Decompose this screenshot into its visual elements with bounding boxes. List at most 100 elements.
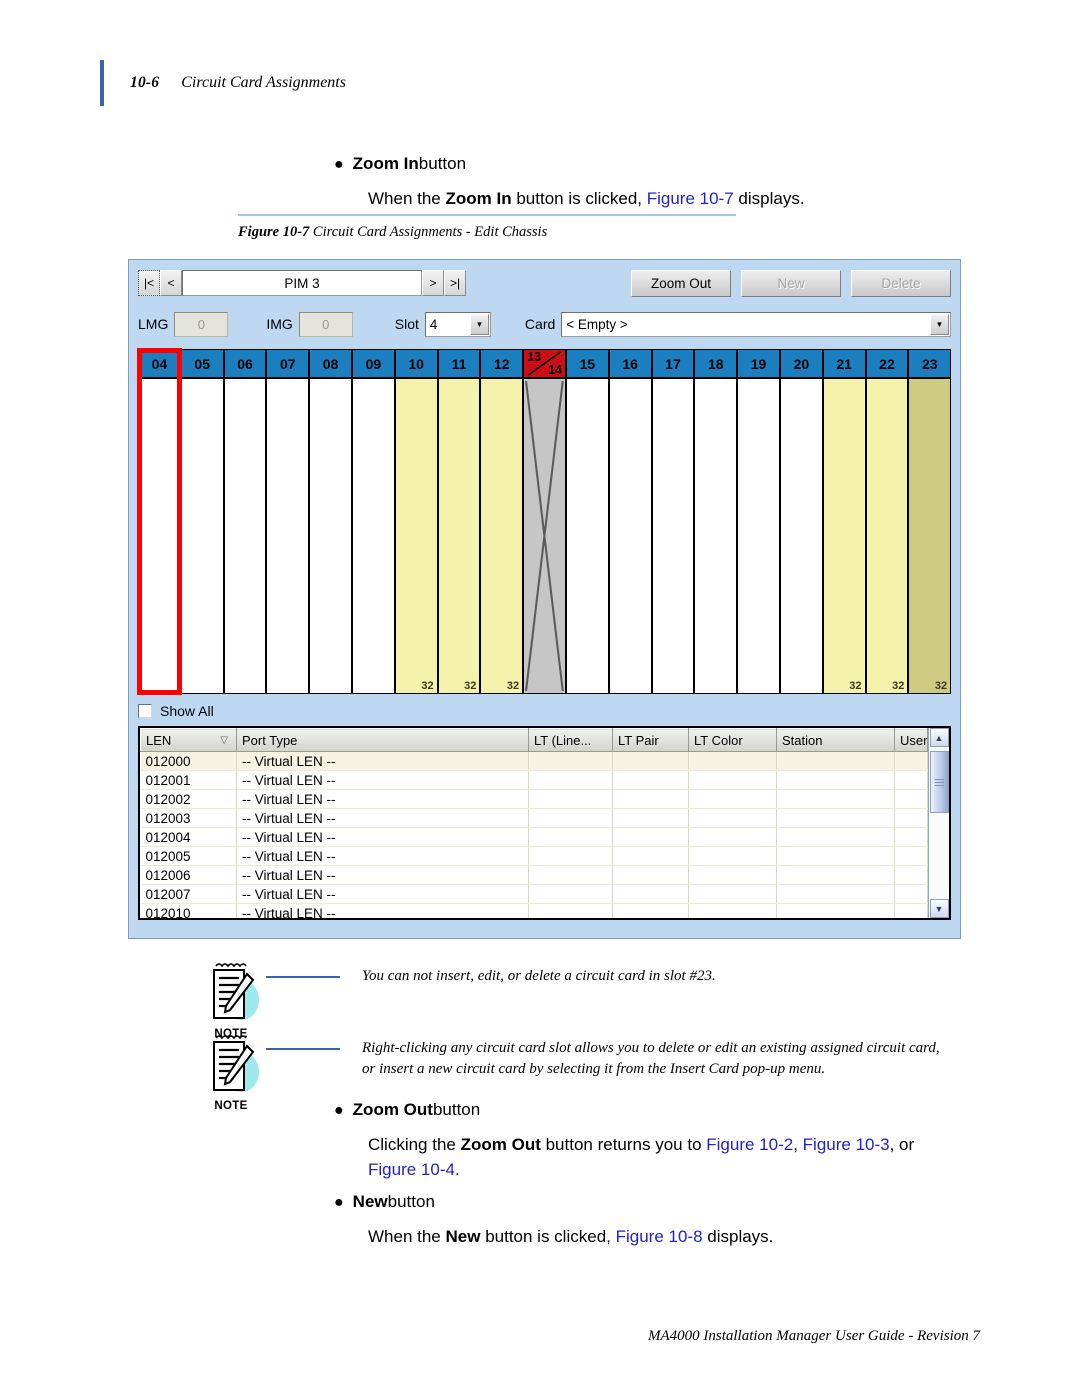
chassis-slot-11[interactable]: 11 32 — [438, 350, 482, 693]
len-table: LEN ▽ Port Type LT (Line... LT Pair LT Color S… — [140, 728, 928, 918]
chevron-down-icon[interactable]: ▼ — [930, 313, 949, 335]
cell-lt-line — [528, 808, 613, 828]
chassis-slot-21[interactable]: 21 32 — [823, 350, 867, 693]
slot-body-06[interactable] — [224, 379, 266, 693]
slot-body-21[interactable]: 32 — [823, 379, 865, 693]
new-button[interactable]: New — [741, 269, 841, 297]
header-accent-rule — [100, 60, 104, 106]
cell-port-type: -- Virtual LEN -- — [236, 770, 529, 790]
table-row[interactable]: 012010 -- Virtual LEN -- — [140, 903, 928, 918]
bullet-zoom-in-rest: button — [418, 154, 467, 173]
slot-select[interactable]: 4 ▼ — [424, 311, 491, 337]
slot-body-12[interactable]: 32 — [481, 379, 523, 693]
nav-first-button[interactable]: |< — [138, 270, 160, 296]
column-header-port-type[interactable]: Port Type — [236, 728, 529, 752]
column-header-lt-line[interactable]: LT (Line... — [528, 728, 613, 752]
link-figure-10-2[interactable]: Figure 10-2 — [706, 1135, 793, 1154]
cell-user — [894, 789, 928, 809]
table-row[interactable]: 012007 -- Virtual LEN -- — [140, 884, 928, 904]
chassis-slot-20[interactable]: 20 — [780, 350, 824, 693]
slot-body-22[interactable]: 32 — [866, 379, 908, 693]
slot-body-18[interactable] — [695, 379, 737, 693]
note-connector-rule — [266, 976, 340, 978]
chassis-slot-23[interactable]: 23 32 — [909, 350, 951, 693]
scroll-down-icon[interactable]: ▼ — [929, 899, 949, 918]
chassis-slot-12[interactable]: 12 32 — [481, 350, 525, 693]
nav-last-button[interactable]: >| — [444, 270, 466, 296]
table-row[interactable]: 012006 -- Virtual LEN -- — [140, 865, 928, 885]
slot-body-20[interactable] — [780, 379, 822, 693]
cell-lt-color — [688, 770, 777, 790]
cell-lt-color — [688, 789, 777, 809]
cell-port-type: -- Virtual LEN -- — [236, 789, 529, 809]
table-row[interactable]: 012000 -- Virtual LEN -- — [140, 751, 928, 771]
cell-len: 012000 — [140, 751, 237, 771]
cell-lt-color — [688, 827, 777, 847]
chapter-title: Circuit Card Assignments — [181, 74, 346, 91]
column-header-user[interactable]: User — [894, 728, 928, 752]
show-all-checkbox[interactable] — [138, 704, 152, 718]
slot-body-04[interactable] — [139, 379, 180, 693]
column-header-lt-color[interactable]: LT Color — [688, 728, 777, 752]
slot-body-08[interactable] — [310, 379, 351, 693]
cell-station — [776, 903, 895, 918]
zoom-in-post: displays. — [733, 188, 805, 208]
scrollbar-track[interactable] — [929, 747, 949, 899]
scroll-up-icon[interactable]: ▲ — [929, 728, 949, 747]
chassis-slot-19[interactable]: 19 — [738, 350, 781, 693]
link-figure-10-4[interactable]: Figure 10-4 — [368, 1160, 455, 1179]
slot-body-10[interactable]: 32 — [395, 379, 437, 693]
chassis-slot-07[interactable]: 07 — [267, 350, 311, 693]
chassis-slot-18[interactable]: 18 — [695, 350, 739, 693]
chassis-slot-05[interactable]: 05 — [181, 350, 225, 693]
chassis-slot-10[interactable]: 10 32 — [395, 350, 439, 693]
bullet-new: ● New button — [334, 1190, 954, 1215]
link-figure-10-3[interactable]: Figure 10-3 — [803, 1135, 890, 1154]
link-figure-10-7[interactable]: Figure 10-7 — [647, 189, 734, 208]
chassis-slot-16[interactable]: 16 — [609, 350, 653, 693]
slot-body-09[interactable] — [352, 379, 394, 693]
chevron-down-icon[interactable]: ▼ — [469, 313, 489, 335]
slot-body-07[interactable] — [267, 379, 309, 693]
column-header-len[interactable]: LEN ▽ — [140, 728, 237, 752]
card-select[interactable]: < Empty > ▼ — [561, 311, 951, 337]
cell-len: 012007 — [140, 884, 237, 904]
zoom-out-bold: Zoom Out — [460, 1134, 541, 1154]
table-row[interactable]: 012004 -- Virtual LEN -- — [140, 827, 928, 847]
chassis-slot-06[interactable]: 06 — [224, 350, 268, 693]
slot-body-16[interactable] — [609, 379, 651, 693]
slot-body-11[interactable]: 32 — [438, 379, 480, 693]
chassis-slot-13-14[interactable]: 13 14 — [524, 350, 567, 693]
zoom-out-button[interactable]: Zoom Out — [631, 269, 731, 297]
delete-button[interactable]: Delete — [851, 269, 951, 297]
nav-previous-button[interactable]: < — [160, 270, 182, 296]
link-figure-10-8[interactable]: Figure 10-8 — [616, 1227, 703, 1246]
pim-display-field[interactable]: PIM 3 — [182, 270, 422, 296]
grid-vertical-scrollbar[interactable]: ▲ ▼ — [928, 728, 949, 918]
slot-header-04: 04 — [139, 350, 180, 379]
slot-body-15[interactable] — [566, 379, 608, 693]
chassis-slot-15[interactable]: 15 — [566, 350, 610, 693]
table-row[interactable]: 012002 -- Virtual LEN -- — [140, 789, 928, 809]
chassis-slot-09[interactable]: 09 — [352, 350, 396, 693]
chassis-slot-04[interactable]: 04 — [137, 348, 182, 695]
chassis-slot-08[interactable]: 08 — [310, 350, 353, 693]
slot-body-17[interactable] — [652, 379, 694, 693]
slot-body-23[interactable]: 32 — [909, 379, 951, 693]
table-row[interactable]: 012005 -- Virtual LEN -- — [140, 846, 928, 866]
nav-next-button[interactable]: > — [422, 270, 444, 296]
table-row[interactable]: 012003 -- Virtual LEN -- — [140, 808, 928, 828]
cell-user — [894, 903, 928, 918]
chassis-slot-strip: 04 05 06 07 08 09 10 32 11 32 12 32 13 14 15 16 17 18 19 20… — [137, 348, 951, 695]
chassis-slot-17[interactable]: 17 — [652, 350, 696, 693]
slot-body-05[interactable] — [181, 379, 223, 693]
scrollbar-thumb[interactable] — [929, 751, 949, 813]
toolbar-fields-row: LMG 0 IMG 0 Slot 4 ▼ Card < Empty > ▼ — [138, 309, 951, 339]
zoom-out-mid: button returns you to — [540, 1134, 707, 1154]
slot-body-13-14[interactable] — [524, 379, 565, 693]
table-row[interactable]: 012001 -- Virtual LEN -- — [140, 770, 928, 790]
column-header-lt-pair[interactable]: LT Pair — [612, 728, 689, 752]
slot-body-19[interactable] — [738, 379, 779, 693]
column-header-station[interactable]: Station — [776, 728, 895, 752]
chassis-slot-22[interactable]: 22 32 — [866, 350, 910, 693]
